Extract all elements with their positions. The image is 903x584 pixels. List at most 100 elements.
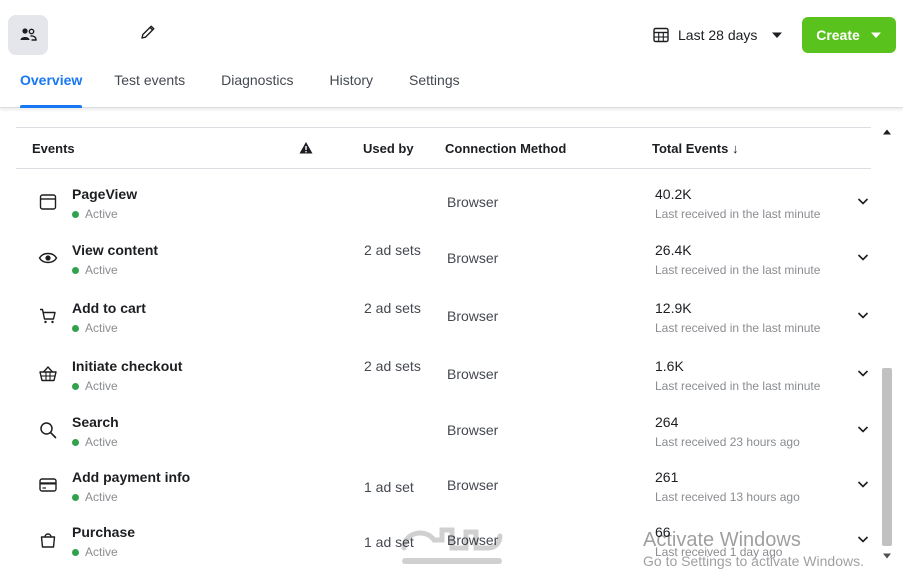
event-status: Active xyxy=(72,207,118,221)
chevron-down-icon[interactable] xyxy=(856,532,870,546)
create-button-label: Create xyxy=(816,27,860,43)
pencil-icon[interactable] xyxy=(138,22,158,42)
chevron-down-icon[interactable] xyxy=(856,477,870,491)
chevron-down-icon[interactable] xyxy=(856,366,870,380)
scroll-thumb[interactable] xyxy=(882,368,892,546)
status-label: Active xyxy=(85,207,118,221)
event-status: Active xyxy=(72,490,118,504)
status-dot xyxy=(72,210,79,218)
header-used-by[interactable]: Used by xyxy=(363,141,414,156)
header-connection-method[interactable]: Connection Method xyxy=(445,141,566,156)
total-events: 1.6K xyxy=(655,358,684,374)
used-by: 2 ad sets xyxy=(364,300,421,316)
total-events: 12.9K xyxy=(655,300,692,316)
last-received: Last received in the last minute xyxy=(655,207,821,221)
caret-down-icon xyxy=(870,32,881,38)
total-events: 66 xyxy=(655,524,671,540)
scroll-up-arrow-icon[interactable] xyxy=(882,127,892,137)
event-name: Initiate checkout xyxy=(72,358,183,374)
table-row[interactable]: Initiate checkout Active 2 ad sets Brows… xyxy=(16,352,871,408)
connection-method: Browser xyxy=(447,532,499,548)
credit-card-icon xyxy=(39,478,57,492)
last-received: Last received in the last minute xyxy=(655,321,821,335)
event-name: Add payment info xyxy=(72,469,191,485)
last-received: Last received 23 hours ago xyxy=(655,435,800,449)
total-events: 40.2K xyxy=(655,186,692,202)
last-received: Last received in the last minute xyxy=(655,263,821,277)
tab-history[interactable]: History xyxy=(309,64,389,108)
status-label: Active xyxy=(85,379,118,393)
status-label: Active xyxy=(85,321,118,335)
table-row[interactable]: Purchase Active 1 ad set Browser 66 Last… xyxy=(16,518,871,574)
eye-icon xyxy=(38,252,58,264)
scrollbar[interactable] xyxy=(880,127,894,567)
connection-method: Browser xyxy=(447,477,499,493)
status-label: Active xyxy=(85,490,118,504)
table-row[interactable]: PageView Active Browser 40.2K Last recei… xyxy=(16,180,871,236)
last-received: Last received in the last minute xyxy=(655,379,821,393)
status-dot xyxy=(72,324,79,332)
window-icon xyxy=(39,194,57,210)
basket-icon xyxy=(39,365,57,382)
tab-bar: Overview Test events Diagnostics History… xyxy=(0,64,476,108)
date-range-picker[interactable]: Last 28 days xyxy=(652,22,783,48)
status-dot xyxy=(72,266,79,274)
status-dot xyxy=(72,548,79,556)
connection-method: Browser xyxy=(447,422,499,438)
chevron-down-icon[interactable] xyxy=(856,308,870,322)
status-label: Active xyxy=(85,435,118,449)
status-label: Active xyxy=(85,545,118,559)
tab-test-events[interactable]: Test events xyxy=(98,64,201,108)
connection-method: Browser xyxy=(447,194,499,210)
used-by: 2 ad sets xyxy=(364,242,421,258)
header-events[interactable]: Events xyxy=(32,141,75,156)
total-events: 264 xyxy=(655,414,679,430)
status-label: Active xyxy=(85,263,118,277)
event-name: View content xyxy=(72,242,159,258)
last-received: Last received 1 day ago xyxy=(655,545,783,559)
last-received: Last received 13 hours ago xyxy=(655,490,800,504)
total-events: 26.4K xyxy=(655,242,692,258)
event-name: Search xyxy=(72,414,119,430)
events-table: Events Used by Connection Method Total E… xyxy=(16,127,871,559)
header-total-events[interactable]: Total Events ↓ xyxy=(652,141,738,156)
event-name: PageView xyxy=(72,186,138,202)
chevron-down-icon[interactable] xyxy=(856,250,870,264)
event-status: Active xyxy=(72,435,118,449)
used-by: 2 ad sets xyxy=(364,358,421,374)
table-row[interactable]: Add to cart Active 2 ad sets Browser 12.… xyxy=(16,294,871,350)
tab-diagnostics[interactable]: Diagnostics xyxy=(201,64,309,108)
connection-method: Browser xyxy=(447,308,499,324)
bag-icon xyxy=(40,533,56,548)
event-name: Purchase xyxy=(72,524,136,540)
search-icon xyxy=(40,422,57,439)
event-name: Add to cart xyxy=(72,300,146,316)
date-range-label: Last 28 days xyxy=(678,27,758,43)
chevron-down-icon[interactable] xyxy=(856,422,870,436)
status-dot xyxy=(72,438,79,446)
event-status: Active xyxy=(72,545,118,559)
people-icon[interactable] xyxy=(8,15,48,55)
total-events: 261 xyxy=(655,469,679,485)
table-row[interactable]: Search Active Browser 264 Last received … xyxy=(16,408,871,464)
event-status: Active xyxy=(72,263,118,277)
event-status: Active xyxy=(72,321,118,335)
used-by: 1 ad set xyxy=(364,534,414,550)
cart-icon xyxy=(40,308,56,324)
caret-down-icon xyxy=(772,32,783,38)
top-bar: Last 28 days Create Overview Test events… xyxy=(0,0,903,108)
calendar-icon xyxy=(653,27,669,43)
table-row[interactable]: Add payment info Active 1 ad set Browser… xyxy=(16,463,871,519)
warning-icon[interactable] xyxy=(299,141,313,155)
connection-method: Browser xyxy=(447,250,499,266)
used-by: 1 ad set xyxy=(364,479,414,495)
table-header: Events Used by Connection Method Total E… xyxy=(16,127,871,169)
connection-method: Browser xyxy=(447,366,499,382)
tab-overview[interactable]: Overview xyxy=(0,64,98,108)
tab-settings[interactable]: Settings xyxy=(389,64,476,108)
create-button[interactable]: Create xyxy=(802,17,896,53)
chevron-down-icon[interactable] xyxy=(856,194,870,208)
scroll-down-arrow-icon[interactable] xyxy=(882,551,892,561)
table-row[interactable]: View content Active 2 ad sets Browser 26… xyxy=(16,236,871,292)
status-dot xyxy=(72,382,79,390)
